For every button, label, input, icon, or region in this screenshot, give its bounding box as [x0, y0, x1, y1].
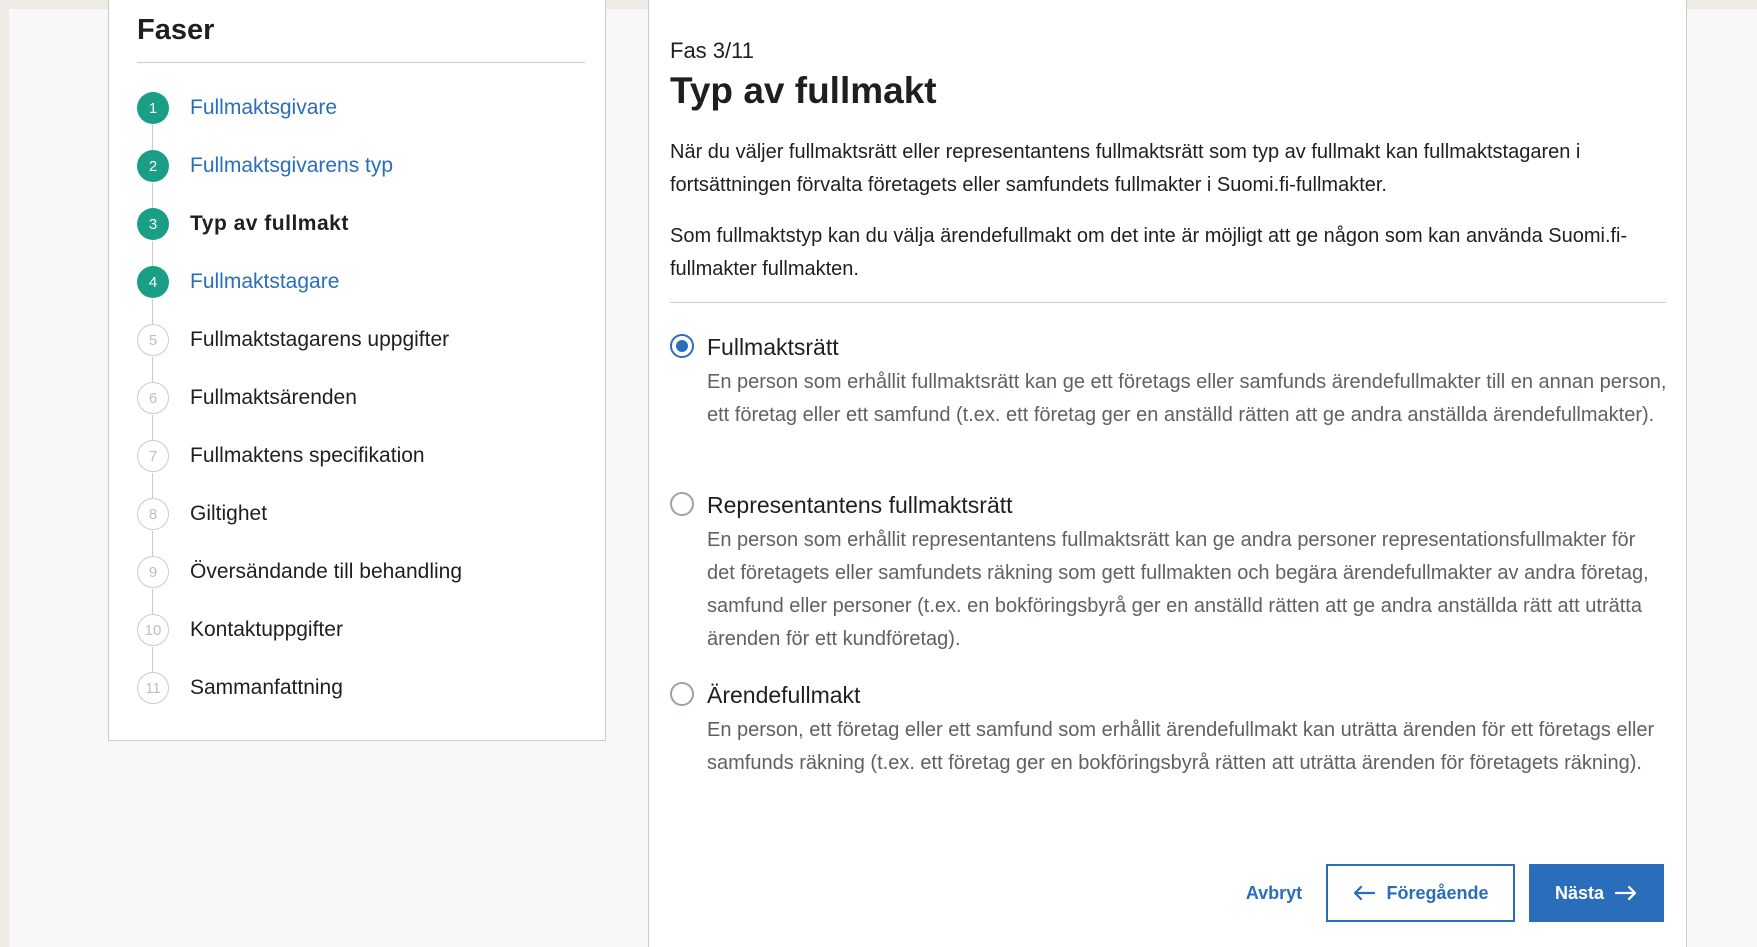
option-title[interactable]: Ärendefullmakt	[707, 680, 860, 710]
step-item: 3 Typ av fullmakt	[137, 208, 585, 266]
step-label: Fullmaktsärenden	[190, 386, 357, 409]
step-number-badge: 3	[137, 208, 169, 240]
main-panel: Fas 3/11 Typ av fullmakt När du väljer f…	[648, 0, 1687, 947]
step-number-badge: 11	[137, 672, 169, 704]
step-connector	[152, 357, 153, 382]
step-item: 6 Fullmaktsärenden	[137, 382, 585, 440]
option-description: En person som erhållit representantens f…	[707, 529, 1649, 650]
intro-paragraph-2: Som fullmaktstyp kan du välja ärendefull…	[670, 225, 1628, 280]
next-button[interactable]: Nästa	[1529, 864, 1664, 922]
step-number-badge: 2	[137, 150, 169, 182]
step-connector	[152, 183, 153, 208]
step-item[interactable]: 2 Fullmaktsgivarens typ	[137, 150, 585, 208]
cancel-button[interactable]: Avbryt	[1214, 864, 1334, 922]
step-item[interactable]: 4 Fullmaktstagare	[137, 266, 585, 324]
step-label[interactable]: Fullmaktstagare	[190, 266, 339, 298]
step-label[interactable]: Fullmaktsgivarens typ	[190, 150, 393, 182]
step-number-badge: 8	[137, 498, 169, 530]
step-item: 5 Fullmaktstagarens uppgifter	[137, 324, 585, 382]
step-label: Typ av fullmakt	[190, 212, 349, 235]
step-number-badge: 1	[137, 92, 169, 124]
intro-paragraph-1: När du väljer fullmaktsrätt eller repres…	[670, 141, 1581, 196]
step-connector	[152, 125, 153, 150]
option-title[interactable]: Representantens fullmaktsrätt	[707, 490, 1013, 520]
step-item[interactable]: 1 Fullmaktsgivare	[137, 92, 585, 150]
next-button-label: Nästa	[1554, 882, 1605, 903]
step-label: Fullmaktstagarens uppgifter	[190, 328, 450, 351]
page-title: Typ av fullmakt	[670, 70, 937, 111]
step-number-badge: 7	[137, 440, 169, 472]
step-connector	[152, 415, 153, 440]
step-item: 11 Sammanfattning	[137, 672, 585, 730]
step-number-badge: 10	[137, 614, 169, 646]
step-number-badge: 5	[137, 324, 169, 356]
step-list: 1 Fullmaktsgivare 2 Fullmaktsgivarens typ 3 T…	[137, 92, 585, 730]
step-number-badge: 4	[137, 266, 169, 298]
previous-button-label: Föregående	[1386, 882, 1489, 903]
radio-fullmaktsratt[interactable]	[670, 334, 694, 358]
radio-arendefullmakt[interactable]	[670, 682, 694, 706]
step-connector	[152, 531, 153, 556]
phases-sidebar: Faser 1 Fullmaktsgivare 2 Fullmaktsgivarens…	[108, 0, 606, 741]
previous-button[interactable]: Föregående	[1326, 864, 1515, 922]
step-item: 10 Kontaktuppgifter	[137, 614, 585, 672]
divider	[670, 302, 1666, 303]
step-number-badge: 6	[137, 382, 169, 414]
step-connector	[152, 299, 153, 324]
step-connector	[152, 647, 153, 672]
step-label: Giltighet	[190, 502, 268, 525]
option-description: En person som erhållit fullmaktsrätt kan…	[707, 371, 1667, 426]
step-number-badge: 9	[137, 556, 169, 588]
step-connector	[152, 241, 153, 266]
step-connector	[152, 473, 153, 498]
step-connector	[152, 589, 153, 614]
option-description: En person, ett företag eller ett samfund…	[707, 719, 1655, 774]
step-item: 8 Giltighet	[137, 498, 585, 556]
arrow-right-icon	[1614, 885, 1638, 901]
radio-representantens-fullmaktsratt[interactable]	[670, 492, 694, 516]
step-item: 7 Fullmaktens specifikation	[137, 440, 585, 498]
step-label: Fullmaktens specifikation	[190, 444, 425, 467]
step-label: Översändande till behandling	[190, 560, 463, 583]
step-item: 9 Översändande till behandling	[137, 556, 585, 614]
option-title[interactable]: Fullmaktsrätt	[707, 332, 839, 362]
phases-title: Faser	[137, 14, 215, 46]
step-label: Kontaktuppgifter	[190, 618, 343, 641]
phase-count: Fas 3/11	[670, 38, 754, 63]
arrow-left-icon	[1352, 885, 1376, 901]
divider	[137, 62, 585, 63]
step-label[interactable]: Fullmaktsgivare	[190, 92, 337, 124]
step-label: Sammanfattning	[190, 676, 343, 699]
